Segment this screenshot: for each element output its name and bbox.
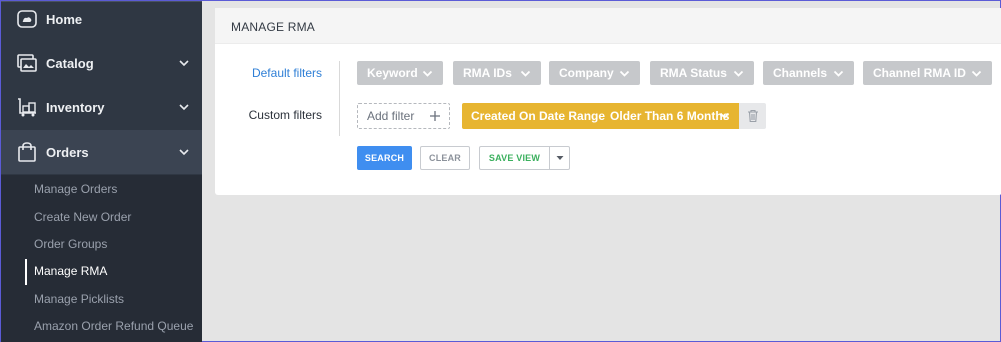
panel-header: MANAGE RMA xyxy=(215,8,1001,44)
trash-icon xyxy=(748,109,758,123)
chevron-down-icon xyxy=(422,70,433,77)
catalog-icon xyxy=(17,54,37,72)
submenu-item-manage-rma[interactable]: Manage RMA xyxy=(34,264,107,278)
home-icon xyxy=(17,10,37,28)
plus-icon xyxy=(430,111,440,121)
chevron-down-icon xyxy=(971,70,982,77)
sidebar-item-label: Catalog xyxy=(46,55,94,71)
filter-label: Channel RMA ID xyxy=(873,66,966,80)
submenu-item-create-new-order[interactable]: Create New Order xyxy=(34,210,131,224)
add-filter-button[interactable]: Add filter xyxy=(357,103,450,129)
search-button[interactable]: SEARCH xyxy=(357,146,412,170)
chevron-down-icon xyxy=(179,60,189,67)
custom-filter-name: Created On Date Range xyxy=(471,109,606,123)
filter-label: Channels xyxy=(773,66,828,80)
sidebar-item-label: Inventory xyxy=(46,99,105,115)
sidebar-item-label: Orders xyxy=(46,144,89,160)
filter-divider xyxy=(339,61,340,136)
submenu-item-order-groups[interactable]: Order Groups xyxy=(34,237,107,251)
filter-channel-rma-id[interactable]: Channel RMA ID xyxy=(863,61,992,85)
sidebar-item-inventory[interactable]: Inventory xyxy=(1,85,202,129)
custom-filters-label: Custom filters xyxy=(248,108,322,122)
default-filters-label: Default filters xyxy=(251,66,322,80)
manage-rma-panel: MANAGE RMA xyxy=(215,8,1001,195)
custom-filter-value: Older Than 6 Months xyxy=(610,109,730,123)
sidebar-item-label: Home xyxy=(46,11,83,27)
submenu-item-amazon-order-refund-queue[interactable]: Amazon Order Refund Queue xyxy=(34,319,193,333)
orders-bag-icon xyxy=(18,142,36,162)
filter-label: RMA IDs xyxy=(463,66,512,80)
chevron-down-icon xyxy=(719,112,730,119)
filter-label: RMA Status xyxy=(660,66,727,80)
chevron-down-icon xyxy=(833,70,844,77)
orders-submenu xyxy=(1,175,202,342)
chevron-down-icon xyxy=(179,149,189,156)
filter-company[interactable]: Company xyxy=(549,61,640,85)
save-view-dropdown-button[interactable] xyxy=(549,146,570,170)
active-indicator xyxy=(25,259,27,285)
filter-rma-status[interactable]: RMA Status xyxy=(650,61,754,85)
sidebar-item-home[interactable]: Home xyxy=(1,1,202,41)
custom-filter-created-on-date-range[interactable]: Created On Date Range Older Than 6 Month… xyxy=(462,103,739,129)
chevron-down-icon xyxy=(733,70,744,77)
add-filter-label: Add filter xyxy=(367,109,415,123)
chevron-down-icon xyxy=(619,70,630,77)
sidebar: Home Catalog Inventory Orders Manage Ord… xyxy=(1,1,202,342)
submenu-item-manage-picklists[interactable]: Manage Picklists xyxy=(34,292,124,306)
save-view-button[interactable]: SAVE VIEW xyxy=(479,146,550,170)
submenu-item-manage-orders[interactable]: Manage Orders xyxy=(34,182,117,196)
filter-channels[interactable]: Channels xyxy=(763,61,854,85)
chevron-down-icon xyxy=(179,104,189,111)
filter-rma-ids[interactable]: RMA IDs xyxy=(453,61,541,85)
inventory-icon xyxy=(18,98,36,117)
page-title: MANAGE RMA xyxy=(231,20,316,34)
clear-button[interactable]: CLEAR xyxy=(420,146,470,170)
sidebar-item-catalog[interactable]: Catalog xyxy=(1,41,202,85)
sidebar-item-orders[interactable]: Orders xyxy=(1,130,202,174)
filter-label: Keyword xyxy=(367,66,418,80)
caret-down-icon xyxy=(556,156,563,160)
filter-label: Company xyxy=(559,66,614,80)
chevron-down-icon xyxy=(520,70,531,77)
remove-filter-button[interactable] xyxy=(739,103,766,129)
filter-keyword[interactable]: Keyword xyxy=(357,61,443,85)
